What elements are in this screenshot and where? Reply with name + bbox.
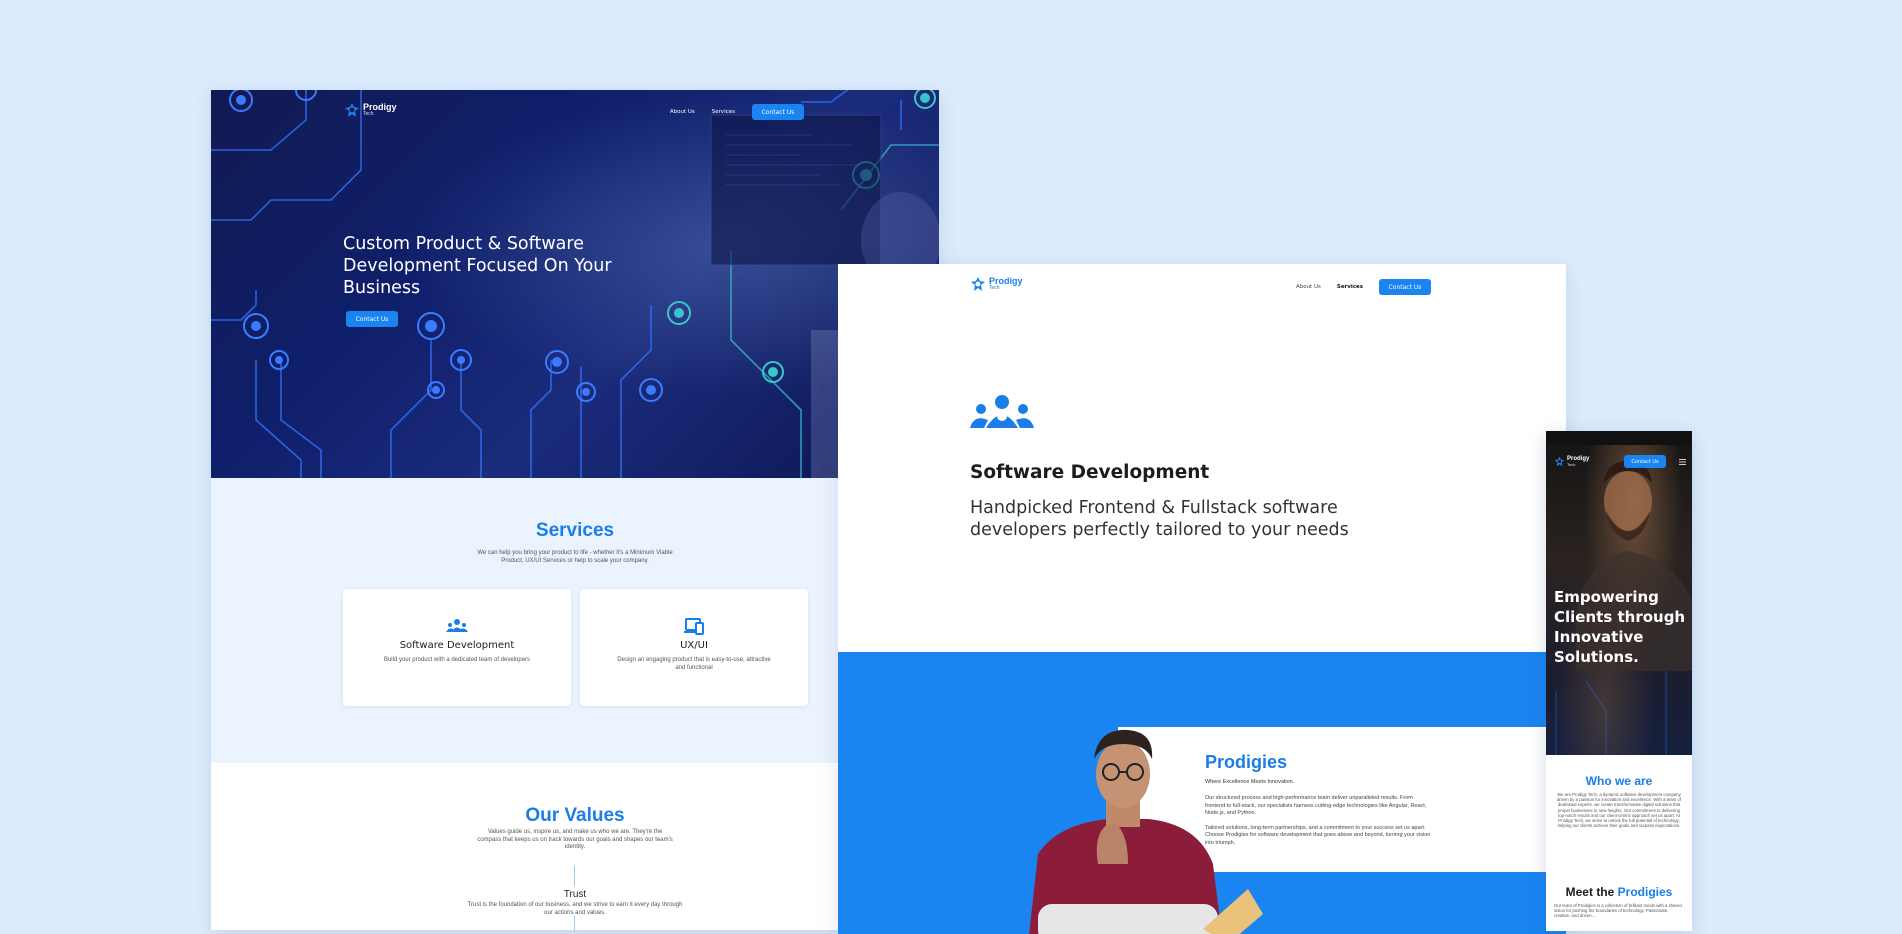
prodigy-logo-icon: [971, 277, 985, 291]
service-title: Software Development: [970, 462, 1210, 483]
top-nav: About Us Services Contact Us: [1296, 279, 1431, 295]
hero-contact-button[interactable]: Contact Us: [346, 311, 398, 327]
desktop-homepage-mockup: Prodigy Tech About Us Services Contact U…: [211, 90, 939, 930]
meet-title-highlight: Prodigies: [1617, 885, 1673, 899]
value-title: Trust: [563, 889, 587, 900]
meet-title-prefix: Meet the: [1565, 885, 1615, 899]
service-page-mockup: Prodigy Tech About Us Services Contact U…: [838, 264, 1566, 934]
developer-photo: [1029, 729, 1263, 934]
hero-section: Prodigy Tech About Us Services Contact U…: [211, 90, 939, 478]
timeline-line: [574, 916, 575, 930]
values-section: Our Values Values guide us, inspire us, …: [211, 763, 939, 930]
nav-about-us[interactable]: About Us: [670, 109, 695, 115]
top-nav: About Us Services Contact Us: [670, 104, 804, 120]
nav-about-us[interactable]: About Us: [1296, 284, 1321, 290]
team-icon: [970, 395, 1034, 428]
values-title: Our Values: [525, 805, 625, 826]
service-card-software-development[interactable]: Software Development Build your product …: [343, 589, 571, 706]
mobile-hero-title: Empowering Clients through Innovative So…: [1554, 588, 1686, 666]
team-icon: [446, 619, 468, 632]
status-bar: [1546, 431, 1692, 445]
hero-title: Custom Product & Software Development Fo…: [343, 234, 612, 298]
who-we-are-title: Who we are: [1585, 774, 1653, 788]
devices-icon: [684, 618, 704, 635]
services-title: Services: [535, 520, 615, 541]
service-card-title: UX/UI: [680, 640, 708, 651]
logo-name: Prodigy: [989, 276, 1023, 286]
service-card-desc: Build your product with a dedicated team…: [383, 657, 531, 663]
service-card-desc: Design an engaging product that is easy-…: [617, 657, 771, 671]
service-subtitle: Handpicked Frontend & Fullstack software…: [970, 498, 1349, 540]
mobile-mockup: Prodigy Tech Contact Us Empowering Clien…: [1546, 431, 1692, 931]
value-description: Trust is the foundation of our business,…: [467, 902, 683, 916]
values-description: Values guide us, inspire us, and make us…: [477, 829, 673, 850]
mobile-contact-button[interactable]: Contact Us: [1624, 455, 1666, 468]
nav-services[interactable]: Services: [712, 109, 735, 115]
meet-prodigies-body: Our team of Prodigies is a collection of…: [1554, 903, 1682, 919]
services-description: We can help you bring your product to li…: [477, 550, 673, 564]
meet-prodigies-title: Meet the Prodigies: [1546, 885, 1692, 899]
nav-contact-button[interactable]: Contact Us: [1379, 279, 1431, 295]
service-card-title: Software Development: [399, 640, 515, 651]
logo-sub: Tech: [1567, 462, 1576, 467]
brand-logo[interactable]: Prodigy Tech: [970, 276, 1023, 292]
service-card-ux-ui[interactable]: UX/UI Design an engaging product that is…: [580, 589, 808, 706]
brand-logo[interactable]: Prodigy Tech: [1554, 456, 1589, 467]
prodigy-logo-icon: [1554, 456, 1565, 467]
nav-services[interactable]: Services: [1337, 284, 1363, 290]
prodigy-logo-icon: [345, 103, 359, 117]
services-section: Services We can help you bring your prod…: [211, 478, 939, 763]
brand-logo[interactable]: Prodigy Tech: [344, 102, 397, 118]
nav-contact-button[interactable]: Contact Us: [752, 104, 804, 120]
hamburger-menu-icon[interactable]: [1679, 459, 1686, 465]
timeline-line: [574, 866, 575, 886]
who-we-are-body: We are Prodigy Tech, a dynamic software …: [1557, 792, 1681, 829]
logo-name: Prodigy: [363, 102, 397, 112]
